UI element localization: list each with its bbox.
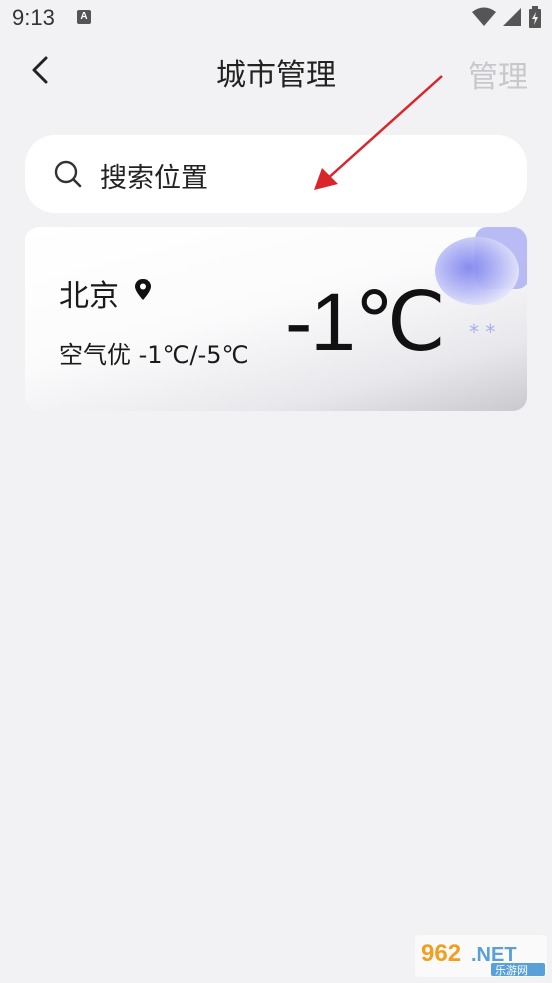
location-pin-icon xyxy=(135,279,151,300)
a-notification-icon: A xyxy=(77,10,91,24)
status-icons xyxy=(472,6,542,28)
svg-text:.NET: .NET xyxy=(471,944,517,966)
search-icon xyxy=(54,160,82,188)
svg-text:962: 962 xyxy=(421,940,461,967)
city-name: 北京 xyxy=(59,279,119,314)
svg-text:* *: * * xyxy=(469,320,495,344)
wifi-icon xyxy=(472,7,496,26)
battery-icon xyxy=(529,6,541,28)
search-placeholder: 搜索位置 xyxy=(100,163,208,194)
search-input[interactable]: 搜索位置 xyxy=(25,135,527,213)
watermark-logo: 962 .NET 乐游网 xyxy=(415,935,547,977)
manage-button[interactable]: 管理 xyxy=(468,52,528,96)
city-card[interactable]: 北京 空气优 -1℃/-5℃ -1℃ * * xyxy=(25,227,527,411)
status-bar: 9:13 A xyxy=(0,0,552,38)
status-time: 9:13 xyxy=(12,5,55,30)
cloud-snow-icon: * * xyxy=(435,227,527,344)
annotation-arrow xyxy=(314,75,443,190)
air-quality-text: 空气优 -1℃/-5℃ xyxy=(59,341,249,369)
signal-icon xyxy=(503,8,521,26)
svg-text:乐游网: 乐游网 xyxy=(495,964,528,977)
current-temperature: -1℃ xyxy=(285,277,446,368)
